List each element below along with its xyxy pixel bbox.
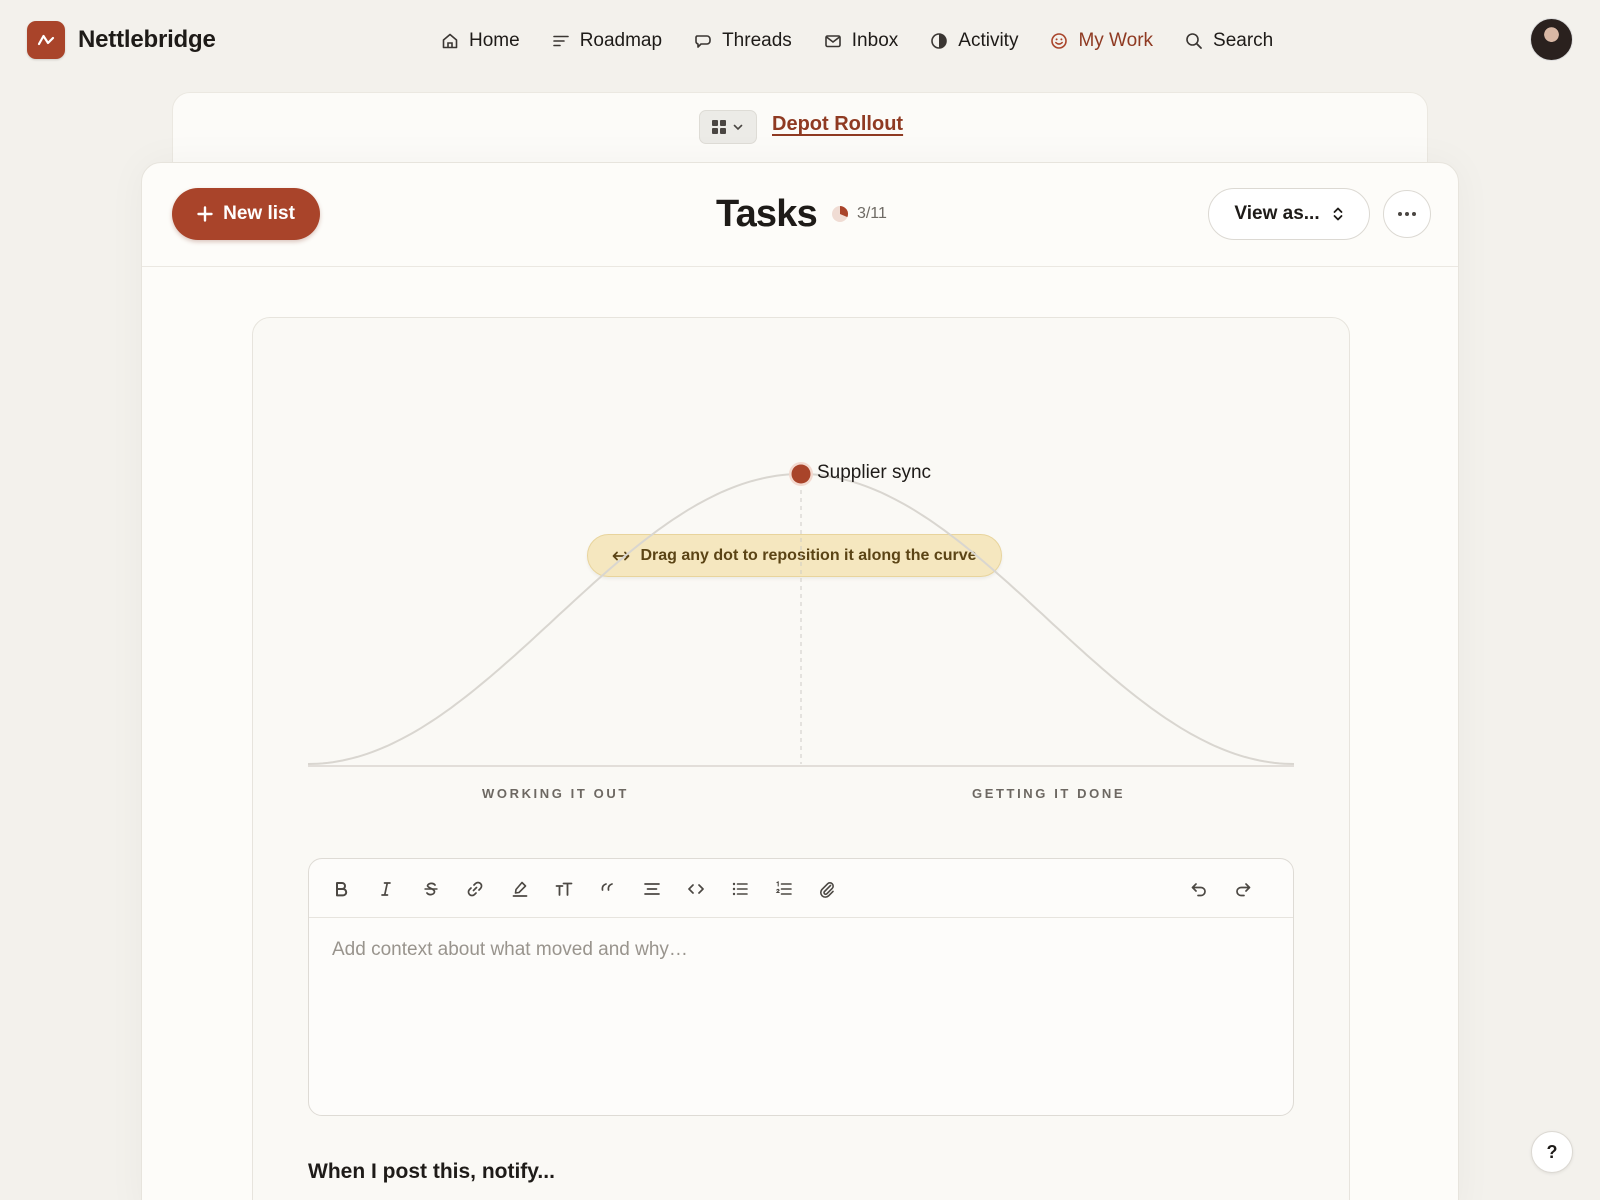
code-icon [688, 884, 704, 894]
text-size-icon [555, 882, 573, 896]
editor-toolbar [309, 859, 1293, 918]
progress-pie-icon [831, 205, 848, 222]
strikethrough-button[interactable] [418, 876, 444, 902]
highlight-button[interactable] [507, 876, 533, 902]
highlighter-icon [512, 881, 528, 897]
chevron-down-icon [733, 124, 743, 131]
quote-button[interactable] [595, 876, 621, 902]
help-button[interactable]: ? [1531, 1131, 1573, 1173]
ellipsis-icon [1398, 212, 1416, 216]
progress-indicator: 3/11 [831, 205, 887, 223]
top-navigation: Nettlebridge Home Roadmap Threads Inbox … [0, 0, 1600, 82]
nav-item-activity[interactable]: Activity [929, 28, 1018, 54]
hill-dot[interactable] [791, 464, 811, 484]
envelope-icon [824, 35, 841, 48]
more-options-button[interactable] [1383, 190, 1431, 238]
rich-text-editor: Add context about what moved and why… [308, 858, 1294, 1116]
user-avatar[interactable] [1530, 18, 1573, 61]
view-as-label: View as... [1234, 203, 1320, 224]
nav-item-label: Search [1213, 30, 1274, 51]
new-list-button[interactable]: New list [172, 188, 320, 240]
project-link[interactable]: Depot Rollout [772, 113, 903, 136]
hill-left-label: WORKING IT OUT [482, 786, 629, 801]
nav-item-label: My Work [1078, 30, 1154, 51]
link-button[interactable] [462, 876, 488, 902]
code-button[interactable] [683, 876, 709, 902]
notify-heading: When I post this, notify... [308, 1160, 555, 1183]
text-size-button[interactable] [551, 876, 577, 902]
sort-arrows-icon [1333, 207, 1342, 221]
panel-header: New list Tasks 3/11 View as... [142, 163, 1458, 267]
nav-item-threads[interactable]: Threads [693, 28, 792, 54]
nav-item-label: Roadmap [579, 30, 663, 51]
nav-item-search[interactable]: Search [1184, 28, 1273, 54]
progress-count: 3/11 [856, 204, 887, 222]
numbered-list-icon [775, 881, 792, 895]
brand-logo-icon [27, 21, 65, 59]
italic-button[interactable] [373, 876, 399, 902]
strikethrough-icon [424, 882, 438, 896]
project-switcher-button[interactable] [699, 110, 757, 144]
nav-item-home[interactable]: Home [440, 28, 520, 54]
bold-icon [336, 882, 348, 897]
brand-name: Nettlebridge [78, 26, 216, 53]
hill-chart [307, 462, 1295, 767]
nav-item-my-work[interactable]: My Work [1049, 28, 1153, 54]
search-icon [1186, 33, 1202, 49]
hill-chart-card: Drag any dot to reposition it along the … [252, 317, 1350, 1200]
italic-icon [381, 882, 391, 896]
redo-button[interactable] [1230, 876, 1256, 902]
half-circle-icon [931, 33, 948, 49]
numbered-list-button[interactable] [771, 876, 797, 902]
main-nav: Home Roadmap Threads Inbox Activity My W… [440, 28, 1304, 54]
page-title: Tasks [716, 193, 818, 235]
chat-bubble-icon [695, 35, 711, 48]
redo-icon [1236, 883, 1251, 897]
undo-button[interactable] [1186, 876, 1212, 902]
page-title-group: Tasks 3/11 [716, 193, 887, 236]
editor-input[interactable]: Add context about what moved and why… [332, 939, 688, 961]
plus-icon [197, 206, 213, 222]
quote-icon [601, 883, 613, 891]
view-as-select[interactable]: View as... [1208, 188, 1370, 240]
hill-dot-label[interactable]: Supplier sync [817, 462, 931, 484]
link-icon [467, 881, 483, 897]
undo-icon [1191, 883, 1206, 897]
tasks-panel: New list Tasks 3/11 View as... Drag any … [141, 162, 1459, 1200]
bold-button[interactable] [328, 876, 354, 902]
brand[interactable]: Nettlebridge [27, 21, 216, 59]
align-button[interactable] [639, 876, 665, 902]
nav-item-roadmap[interactable]: Roadmap [551, 28, 662, 54]
nav-item-label: Threads [722, 30, 792, 51]
new-list-label: New list [223, 203, 295, 224]
bullet-list-button[interactable] [727, 876, 753, 902]
hill-right-label: GETTING IT DONE [972, 786, 1126, 801]
nav-item-label: Home [469, 30, 520, 51]
attachment-button[interactable] [814, 876, 840, 902]
nav-item-label: Activity [958, 30, 1019, 51]
align-center-icon [644, 883, 660, 895]
paperclip-icon [819, 882, 834, 898]
grid-icon [712, 120, 726, 134]
nav-item-label: Inbox [851, 30, 899, 51]
smiley-icon [1051, 33, 1068, 49]
home-icon [442, 33, 458, 49]
bullet-list-icon [732, 882, 748, 896]
nav-item-inbox[interactable]: Inbox [823, 28, 898, 54]
roadmap-icon [552, 35, 569, 47]
